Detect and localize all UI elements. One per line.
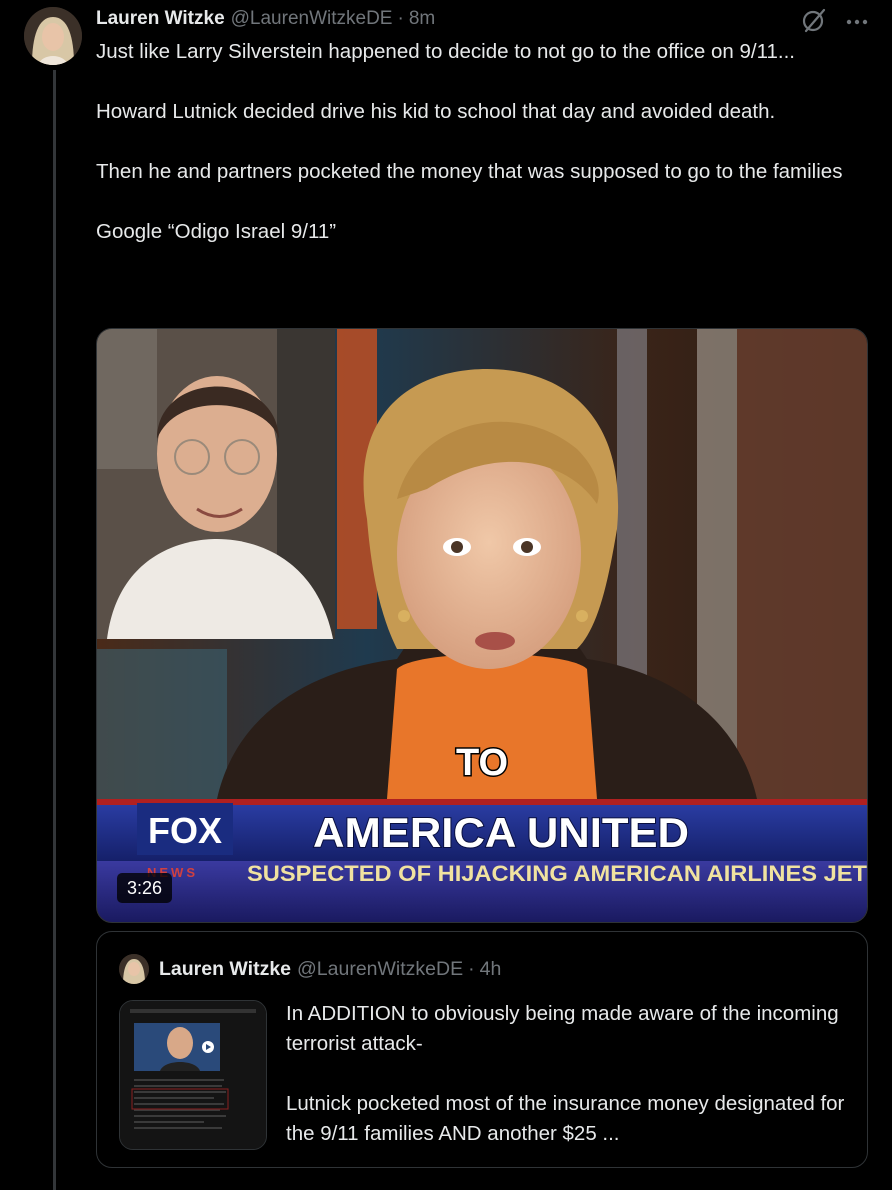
- quoted-author-handle: @LaurenWitzkeDE: [297, 957, 464, 980]
- quoted-paragraph: In ADDITION to obviously being made awar…: [286, 1002, 839, 1055]
- tweet-paragraph: Just like Larry Silverstein happened to …: [96, 40, 795, 63]
- quoted-tweet-header: Lauren Witzke @LaurenWitzkeDE · 4h: [159, 954, 501, 984]
- quoted-paragraph: Lutnick pocketed most of the insurance m…: [286, 1092, 845, 1145]
- quoted-author-avatar: [119, 954, 149, 984]
- author-name[interactable]: Lauren Witzke: [96, 8, 225, 30]
- separator-dot: ·: [468, 957, 475, 980]
- quoted-tweet-thumbnail: [119, 1000, 267, 1150]
- fox-news-logo: FOX: [148, 810, 222, 851]
- tweet-paragraph: Google “Odigo Israel 9/11”: [96, 220, 337, 243]
- tweet-paragraph: Then he and partners pocketed the money …: [96, 160, 843, 183]
- quoted-tweet-body: In ADDITION to obviously being made awar…: [286, 999, 846, 1149]
- banner-title: AMERICA UNITED: [313, 809, 689, 856]
- news-ticker: SUSPECTED OF HIJACKING AMERICAN AIRLINES…: [247, 861, 867, 886]
- more-horizontal-icon[interactable]: [844, 6, 870, 34]
- tweet-body: Just like Larry Silverstein happened to …: [96, 37, 876, 247]
- tweet-header: Lauren Witzke @LaurenWitzkeDE · 8m: [96, 6, 435, 32]
- author-avatar[interactable]: [24, 7, 82, 65]
- video-duration-badge: 3:26: [117, 873, 173, 903]
- video-frame: TO FOX AMERICA UNITED NEWS SUSPECTED OF …: [97, 329, 867, 922]
- author-handle[interactable]: @LaurenWitzkeDE: [231, 8, 393, 30]
- grok-slash-icon[interactable]: [800, 6, 828, 34]
- thread-connector-line: [53, 70, 56, 1190]
- tweet-paragraph: Howard Lutnick decided drive his kid to …: [96, 100, 776, 123]
- separator-dot: ·: [397, 8, 404, 29]
- quoted-tweet-timestamp: 4h: [479, 957, 502, 980]
- tweet-timestamp[interactable]: 8m: [409, 8, 435, 30]
- video-player[interactable]: TO FOX AMERICA UNITED NEWS SUSPECTED OF …: [96, 328, 868, 923]
- video-caption: TO: [456, 742, 508, 784]
- quoted-tweet-card[interactable]: Lauren Witzke @LaurenWitzkeDE · 4h In AD…: [96, 931, 868, 1168]
- quoted-author-name: Lauren Witzke: [159, 957, 292, 980]
